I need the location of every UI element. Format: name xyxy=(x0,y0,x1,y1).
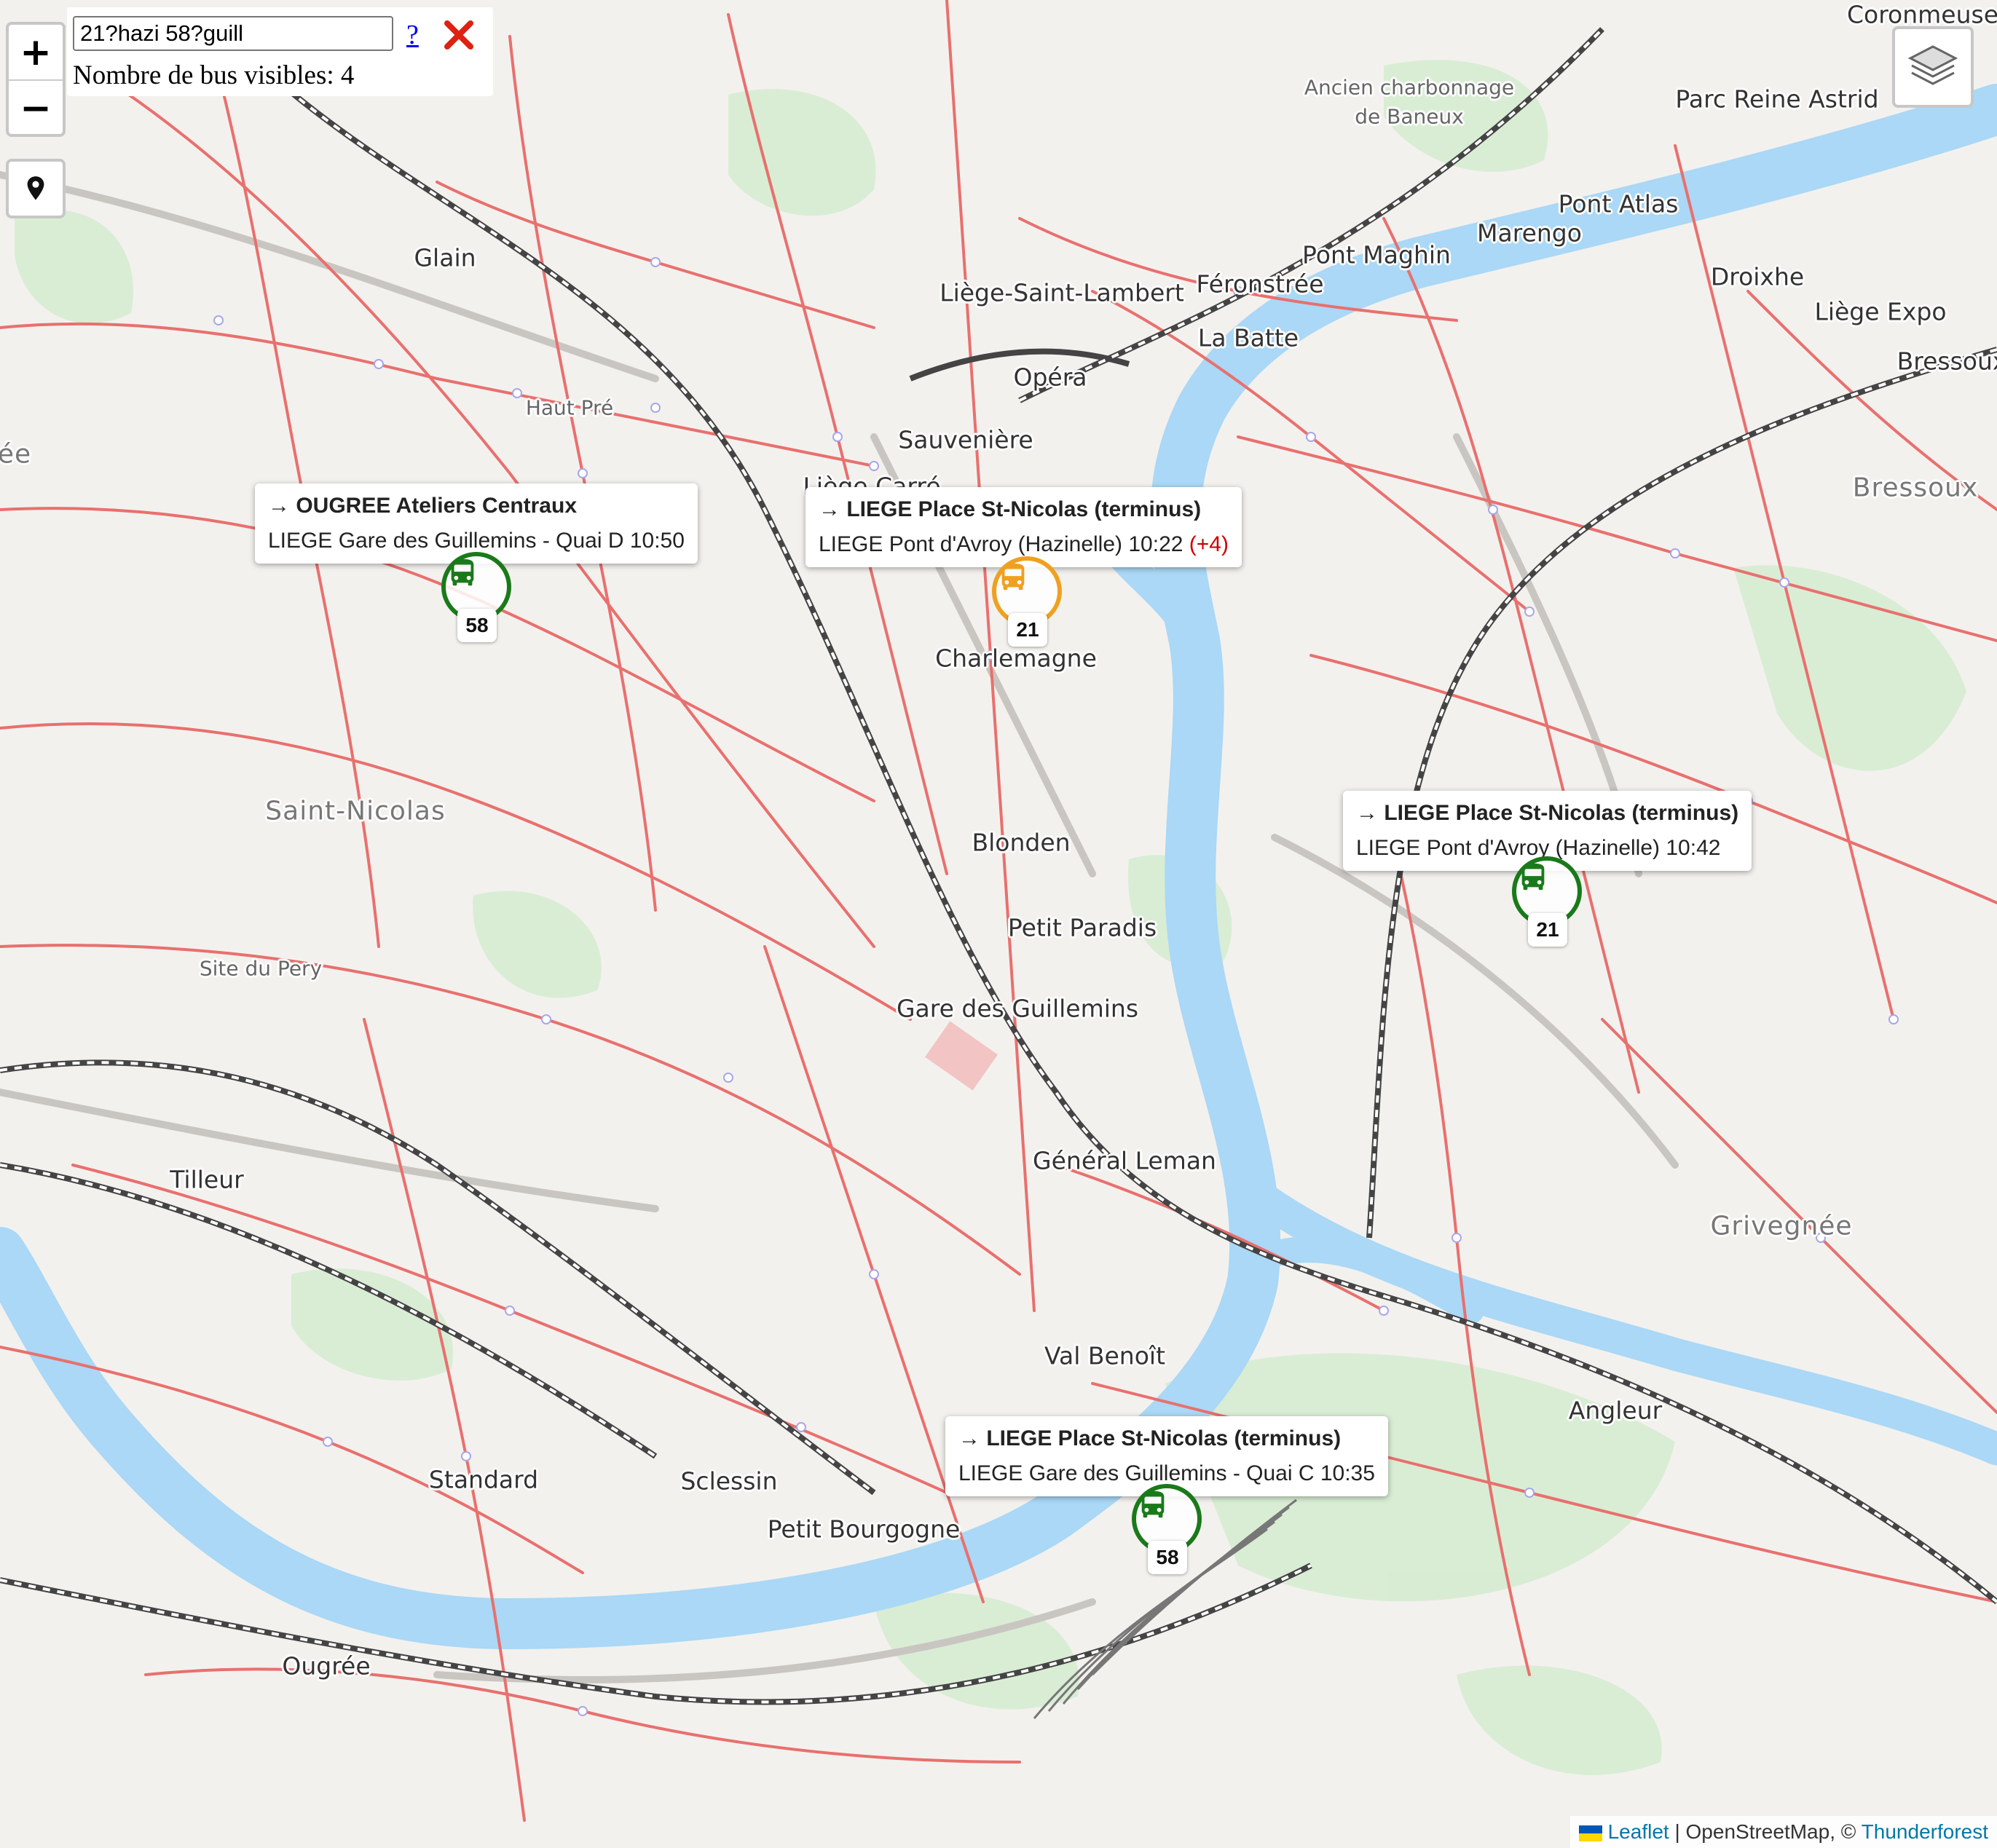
place-label: Bressoux xyxy=(1896,347,1997,376)
place-label: Liège Expo xyxy=(1814,297,1947,326)
place-label: Ougrée xyxy=(282,1651,371,1681)
place-label: Val Benoît xyxy=(1044,1341,1166,1370)
place-label: Féronstrée xyxy=(1196,269,1324,299)
place-label: ée xyxy=(0,439,32,470)
place-label: Tilleur xyxy=(170,1165,244,1194)
place-label: Saint-Nicolas xyxy=(265,796,446,826)
bus-marker[interactable]: 21 xyxy=(1508,852,1595,954)
bus-destination: → LIEGE Place St-Nicolas (terminus) xyxy=(1356,801,1739,825)
place-label: Sauvenière xyxy=(898,425,1033,454)
route-filter-input[interactable] xyxy=(73,16,393,51)
map-tiles xyxy=(0,0,1997,1822)
place-label: de Baneux xyxy=(1355,104,1464,129)
route-number-badge: 21 xyxy=(1008,613,1047,647)
place-label: Glain xyxy=(414,243,476,272)
map-pin-icon xyxy=(27,176,44,200)
bus-marker[interactable]: 21 xyxy=(988,552,1075,654)
place-label: Pont Maghin xyxy=(1302,240,1451,269)
place-label: Ancien charbonnage xyxy=(1304,75,1515,100)
visible-bus-count: Nombre de bus visibles: 4 xyxy=(73,60,354,91)
place-label: Haut Pré xyxy=(525,395,614,420)
bus-marker[interactable]: 58 xyxy=(437,548,524,649)
search-panel: ? Nombre de bus visibles: 4 xyxy=(67,7,493,96)
attribution: Leaflet | OpenStreetMap, © Thunderforest xyxy=(1569,1816,1997,1848)
layers-button[interactable] xyxy=(1892,26,1974,108)
leaflet-link[interactable]: Leaflet xyxy=(1608,1820,1669,1843)
place-label: Liège-Saint-Lambert xyxy=(940,278,1184,307)
bus-destination: → LIEGE Place St-Nicolas (terminus) xyxy=(958,1426,1342,1450)
bus-count-label: Nombre de bus visibles: xyxy=(73,60,334,90)
place-label: Petit Paradis xyxy=(1007,913,1157,942)
bus-destination: → OUGREE Ateliers Centraux xyxy=(268,494,577,518)
map-canvas[interactable]: Coronmeuse Ancien charbonnage de Baneux … xyxy=(0,0,1997,1848)
place-label: Petit Bourgogne xyxy=(767,1515,961,1544)
place-label: Opéra xyxy=(1013,363,1087,392)
zoom-control: + − xyxy=(6,22,66,137)
ukraine-flag-icon xyxy=(1578,1825,1602,1841)
locate-button[interactable] xyxy=(6,159,66,218)
place-label: Droixhe xyxy=(1710,262,1805,291)
place-label: Angleur xyxy=(1568,1396,1663,1425)
place-label: Marengo xyxy=(1477,218,1582,248)
bus-icon xyxy=(1001,563,1025,591)
help-link[interactable]: ? xyxy=(406,19,419,51)
place-label: Pont Atlas xyxy=(1558,189,1679,218)
place-label: Site du Pery xyxy=(199,956,323,981)
bus-icon xyxy=(1521,863,1545,891)
place-label: Général Leman xyxy=(1033,1146,1216,1175)
zoom-out-button[interactable]: − xyxy=(9,79,63,134)
bus-icon xyxy=(451,558,474,586)
place-label: Sclessin xyxy=(680,1466,778,1496)
route-number-badge: 21 xyxy=(1528,913,1567,947)
red-x-icon[interactable] xyxy=(441,17,476,52)
route-number-badge: 58 xyxy=(1148,1541,1187,1574)
bus-icon xyxy=(1141,1490,1165,1518)
place-label: Coronmeuse xyxy=(1846,0,1997,29)
zoom-in-button[interactable]: + xyxy=(9,25,63,79)
bus-delay: (+4) xyxy=(1189,532,1229,556)
attribution-text: | OpenStreetMap, © xyxy=(1674,1820,1856,1843)
layers-icon xyxy=(1907,45,1958,85)
bus-marker[interactable]: 58 xyxy=(1127,1480,1215,1582)
place-label: Blonden xyxy=(972,828,1071,857)
bus-destination: → LIEGE Place St-Nicolas (terminus) xyxy=(819,497,1202,521)
place-label: La Batte xyxy=(1197,323,1299,352)
thunderforest-link[interactable]: Thunderforest xyxy=(1862,1820,1988,1843)
route-number-badge: 58 xyxy=(457,609,497,642)
place-label: Standard xyxy=(428,1465,539,1494)
place-label: Parc Reine Astrid xyxy=(1675,84,1879,114)
place-label: Gare des Guillemins xyxy=(896,994,1139,1023)
place-label: Grivegnée xyxy=(1710,1211,1853,1241)
place-label: Bressoux xyxy=(1852,473,1979,503)
bus-count-value: 4 xyxy=(340,60,355,90)
